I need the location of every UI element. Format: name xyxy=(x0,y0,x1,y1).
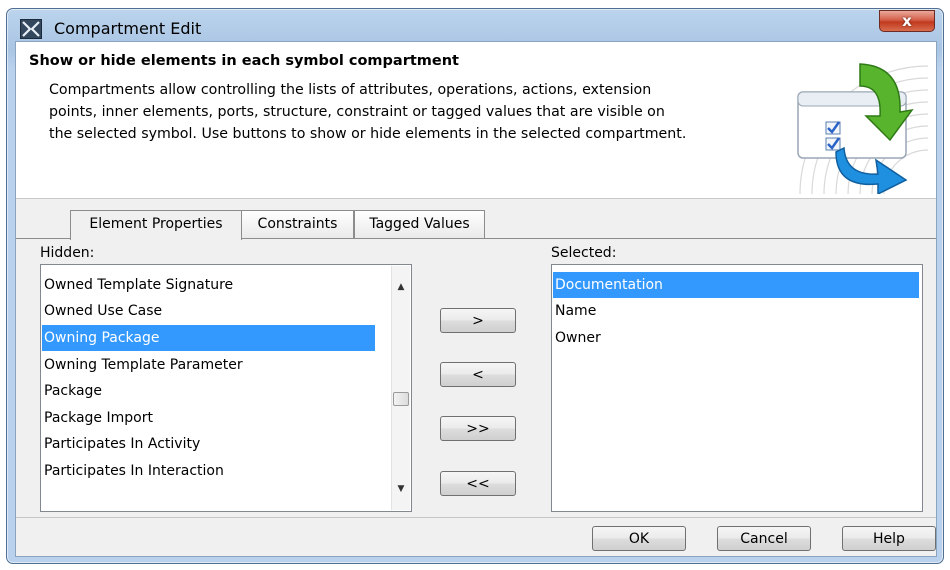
header-panel: Show or hide elements in each symbol com… xyxy=(16,42,936,199)
selected-list-label: Selected: xyxy=(551,245,617,261)
list-item[interactable]: Name xyxy=(553,298,919,324)
header-description: Compartments allow controlling the lists… xyxy=(49,79,769,145)
dialog-client-area: Show or hide elements in each symbol com… xyxy=(15,41,937,557)
hidden-list[interactable]: Owned Template Signature Owned Use Case … xyxy=(40,264,412,512)
remove-button[interactable]: < xyxy=(440,362,516,387)
tab-constraints[interactable]: Constraints xyxy=(241,210,354,239)
scroll-thumb[interactable] xyxy=(393,392,409,406)
header-description-line: the selected symbol. Use buttons to show… xyxy=(49,126,687,142)
scroll-down-icon[interactable]: ▼ xyxy=(392,480,410,498)
close-button[interactable]: x xyxy=(879,10,935,32)
header-description-line: Compartments allow controlling the lists… xyxy=(49,82,652,98)
tab-tagged-values[interactable]: Tagged Values xyxy=(354,210,485,239)
list-item[interactable]: Owned Template Signature xyxy=(42,272,390,298)
list-item[interactable]: Owned Use Case xyxy=(42,298,390,324)
list-item[interactable]: Owning Package xyxy=(42,325,375,351)
ok-button[interactable]: OK xyxy=(592,526,686,551)
window-title: Compartment Edit xyxy=(54,19,202,38)
selected-list[interactable]: Documentation Name Owner xyxy=(551,264,923,512)
hidden-list-scrollbar[interactable]: ▲ ▼ xyxy=(391,266,410,510)
tab-element-properties[interactable]: Element Properties xyxy=(70,210,242,240)
header-title: Show or hide elements in each symbol com… xyxy=(29,53,459,69)
list-item[interactable]: Participates In Interaction xyxy=(42,458,390,484)
list-item[interactable]: Package xyxy=(42,378,390,404)
help-button[interactable]: Help xyxy=(842,526,936,551)
hidden-list-label: Hidden: xyxy=(40,245,95,261)
add-button[interactable]: > xyxy=(440,308,516,333)
scroll-up-icon[interactable]: ▲ xyxy=(392,278,410,296)
header-description-line: points, inner elements, ports, structure… xyxy=(49,104,665,120)
list-item[interactable]: Owner xyxy=(553,325,919,351)
compartment-move-icon xyxy=(797,63,928,194)
tab-strip: Element Properties Constraints Tagged Va… xyxy=(16,210,936,240)
magicdraw-app-icon xyxy=(20,19,42,39)
list-item[interactable]: Documentation xyxy=(553,272,919,298)
button-row-separator xyxy=(16,517,936,518)
cancel-button[interactable]: Cancel xyxy=(717,526,811,551)
compartment-edit-dialog: Compartment Edit x Show or hide elements… xyxy=(6,8,944,564)
list-item[interactable]: Participates In Activity xyxy=(42,431,390,457)
remove-all-button[interactable]: << xyxy=(440,471,516,496)
list-item[interactable]: Owning Template Parameter xyxy=(42,352,390,378)
add-all-button[interactable]: >> xyxy=(440,416,516,441)
close-icon: x xyxy=(902,12,912,30)
list-item[interactable]: Package Import xyxy=(42,405,390,431)
